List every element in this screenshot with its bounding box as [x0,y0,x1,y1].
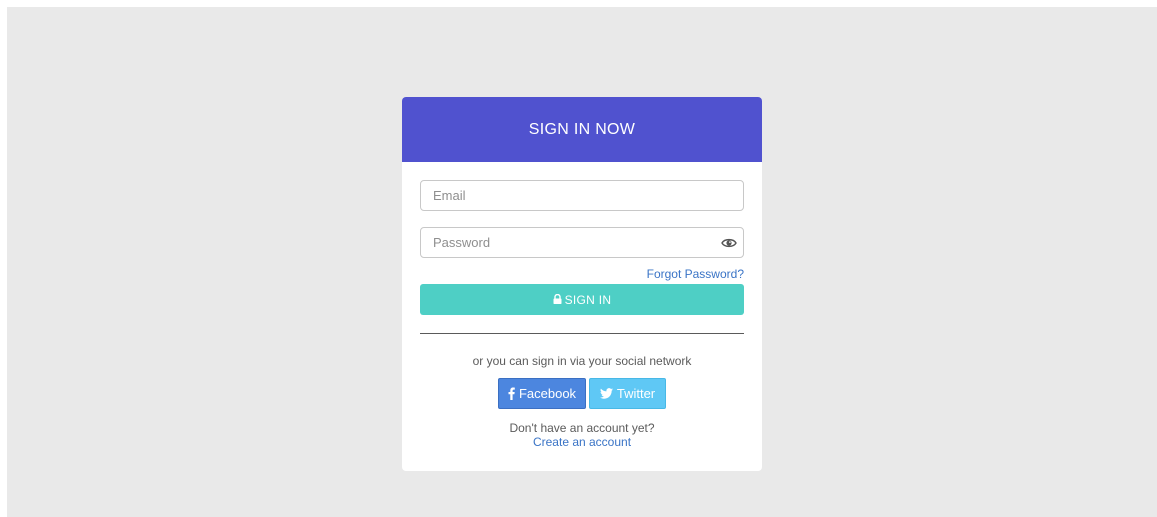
facebook-button-label: Facebook [518,386,577,401]
page-title: SIGN IN NOW [528,120,636,138]
forgot-password-link[interactable]: Forgot Password? [647,267,744,281]
twitter-button[interactable]: Twitter [589,378,666,409]
lock-icon [553,293,562,307]
divider [420,333,744,334]
social-buttons: Facebook Twitter [420,378,744,409]
card-header: SIGN IN NOW [402,97,762,162]
signin-card: SIGN IN NOW Forgot Password? [402,97,762,471]
email-field-wrapper [420,180,744,211]
forgot-row: Forgot Password? [420,267,744,281]
eye-icon[interactable] [721,236,737,250]
facebook-icon [508,387,515,400]
create-account-row: Create an account [420,435,744,449]
facebook-button[interactable]: Facebook [498,378,586,409]
password-field-wrapper [420,227,744,258]
no-account-text: Don't have an account yet? [509,421,655,435]
signin-button-label: SIGN IN [564,292,612,307]
signin-button[interactable]: SIGN IN [420,284,744,315]
twitter-button-label: Twitter [616,386,656,401]
signin-form: Forgot Password? SIGN IN or you can sign… [402,162,762,449]
create-account-link[interactable]: Create an account [533,435,631,449]
password-field[interactable] [421,228,743,257]
twitter-icon [599,388,613,399]
email-field[interactable] [421,181,743,210]
page-background: SIGN IN NOW Forgot Password? [7,7,1157,517]
social-prompt: or you can sign in via your social netwo… [472,354,692,368]
